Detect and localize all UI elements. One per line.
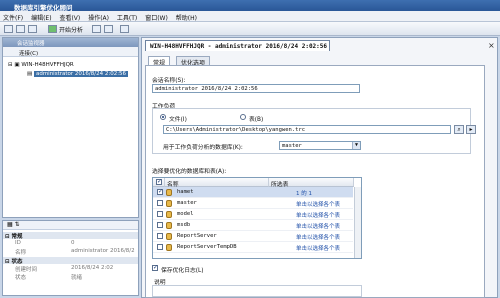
session-icon: ▤	[27, 71, 33, 77]
select-tables-link[interactable]: 1 的 1	[296, 189, 312, 197]
menu-tools[interactable]: 工具(T)	[114, 11, 140, 22]
options-icon[interactable]	[120, 25, 129, 33]
db-checkbox[interactable]	[157, 211, 163, 217]
table-row[interactable]: hamet 1 的 1	[153, 187, 353, 198]
prop-row-id: ID 0	[15, 240, 75, 246]
workload-file-input[interactable]: C:\Users\Administrator\Desktop\yangwen.t…	[163, 125, 451, 134]
db-name: ReportServerTempDB	[177, 244, 237, 250]
open-icon[interactable]	[16, 25, 25, 33]
connect-button[interactable]: 连接(C)	[19, 49, 38, 57]
categorized-icon[interactable]: ▦	[7, 221, 13, 228]
menu-help[interactable]: 帮助(H)	[173, 11, 200, 22]
db-checkbox[interactable]	[157, 200, 163, 206]
window-title: 数据库引擎优化顾问	[0, 0, 500, 12]
prop-row-state: 状态 就绪	[15, 275, 83, 281]
save-log-checkbox[interactable]	[152, 264, 158, 271]
db-checkbox[interactable]	[157, 222, 163, 228]
select-all-checkbox[interactable]	[156, 178, 162, 185]
workload-file-radio[interactable]	[160, 114, 166, 120]
workload-db-value: master	[282, 143, 302, 149]
grid-header-tables[interactable]: 所选表	[269, 178, 354, 188]
tree-session-node[interactable]: ▤ administrator 2016/8/24 2:02:56	[27, 71, 129, 77]
prop-row-created: 创建时间 2016/8/24 2:02	[15, 265, 114, 273]
session-monitor-title: 会话监视器	[3, 38, 138, 47]
db-name: ReportServer	[177, 233, 217, 239]
database-icon	[166, 244, 172, 251]
server-icon: ▣	[14, 62, 20, 68]
db-tables-label: 选择要优化的数据库和表(A):	[152, 169, 227, 175]
sort-icon[interactable]: ⇅	[15, 221, 20, 228]
database-icon	[166, 211, 172, 218]
select-tables-link[interactable]: 单击以选择各个表	[296, 233, 340, 241]
database-table-grid: 名称 所选表 hamet 1 的 1 master 单击以选择各个表 model 单击以选…	[152, 177, 362, 259]
select-tables-link[interactable]: 单击以选择各个表	[296, 211, 340, 219]
workload-table-label: 表(B)	[249, 117, 264, 123]
description-box	[152, 285, 362, 297]
db-checkbox[interactable]	[157, 244, 163, 250]
menu-bar: 文件(F) 编辑(E) 查看(V) 操作(A) 工具(T) 窗口(W) 帮助(H…	[0, 11, 500, 22]
start-analysis-icon[interactable]	[48, 25, 57, 33]
prop-row-name: 名称 administrator 2016/8/2	[15, 248, 135, 256]
collapse-icon[interactable]: ⊟	[8, 62, 13, 68]
table-row[interactable]: master 单击以选择各个表	[153, 198, 353, 209]
workload-db-label: 用于工作负荷分析的数据库(K):	[163, 145, 243, 151]
server-node-label: WIN-H48HVFFHJQR	[21, 62, 74, 68]
db-name: master	[177, 200, 197, 206]
workload-db-select[interactable]: master ▼	[279, 141, 361, 150]
db-checkbox[interactable]	[157, 233, 163, 239]
menu-action[interactable]: 操作(A)	[85, 11, 112, 22]
toolbar: 开始分析	[0, 22, 500, 36]
database-icon	[166, 200, 172, 207]
refresh-icon[interactable]	[104, 25, 113, 33]
properties-pane: ▦ ⇅ ⊟ 常规 ID 0 名称 administrator 2016/8/2 …	[2, 220, 139, 296]
db-name: hamet	[177, 189, 194, 195]
tree-server-node[interactable]: ⊟ ▣ WIN-H48HVFFHJQR	[8, 62, 74, 68]
table-row[interactable]: ReportServer 单击以选择各个表	[153, 231, 353, 242]
preview-workload-icon[interactable]: ▸	[466, 125, 476, 134]
new-session-icon[interactable]	[4, 25, 13, 33]
grid-scrollbar[interactable]	[354, 187, 361, 258]
start-analysis-button[interactable]: 开始分析	[59, 25, 83, 34]
prop-category-general[interactable]: ⊟ 常规	[3, 232, 138, 240]
stop-icon[interactable]	[92, 25, 101, 33]
workload-file-label: 文件(I)	[169, 117, 187, 123]
session-monitor-tools: 连接(C)	[3, 47, 138, 57]
database-icon	[166, 233, 172, 240]
menu-window[interactable]: 窗口(W)	[142, 11, 171, 22]
table-row[interactable]: ReportServerTempDB 单击以选择各个表	[153, 242, 353, 253]
browse-file-icon[interactable]: ⌕	[454, 125, 464, 134]
menu-edit[interactable]: 编辑(E)	[28, 11, 54, 22]
workload-table-radio[interactable]	[240, 114, 246, 120]
session-node-label[interactable]: administrator 2016/8/24 2:02:56	[33, 71, 129, 77]
prop-category-status[interactable]: ⊟ 状态	[3, 257, 138, 265]
document-tab[interactable]: WIN-H48HVFFHJQR - administrator 2016/8/2…	[145, 40, 330, 51]
session-name-input[interactable]: administrator 2016/8/24 2:02:56	[152, 84, 360, 93]
table-row[interactable]: model 单击以选择各个表	[153, 209, 353, 220]
db-checkbox[interactable]	[157, 188, 163, 195]
save-icon[interactable]	[28, 25, 37, 33]
select-tables-link[interactable]: 单击以选择各个表	[296, 244, 340, 252]
save-log-label: 保存优化日志(L)	[161, 268, 204, 274]
grid-header-name[interactable]: 名称	[165, 178, 269, 188]
menu-file[interactable]: 文件(F)	[0, 11, 26, 22]
database-icon	[166, 189, 172, 196]
table-row[interactable]: msdb 单击以选择各个表	[153, 220, 353, 231]
select-tables-link[interactable]: 单击以选择各个表	[296, 222, 340, 230]
chevron-down-icon: ▼	[352, 142, 360, 149]
menu-view[interactable]: 查看(V)	[56, 11, 83, 22]
properties-toolbar: ▦ ⇅	[3, 221, 138, 230]
database-icon	[166, 222, 172, 229]
grid-header-check[interactable]	[153, 178, 165, 187]
session-name-label: 会话名称(S):	[152, 78, 186, 84]
session-monitor-pane: 会话监视器 连接(C) ⊟ ▣ WIN-H48HVFFHJQR ▤ admini…	[2, 37, 139, 218]
select-tables-link[interactable]: 单击以选择各个表	[296, 200, 340, 208]
close-icon[interactable]: ×	[488, 41, 495, 50]
db-name: msdb	[177, 222, 191, 228]
db-name: model	[177, 211, 194, 217]
